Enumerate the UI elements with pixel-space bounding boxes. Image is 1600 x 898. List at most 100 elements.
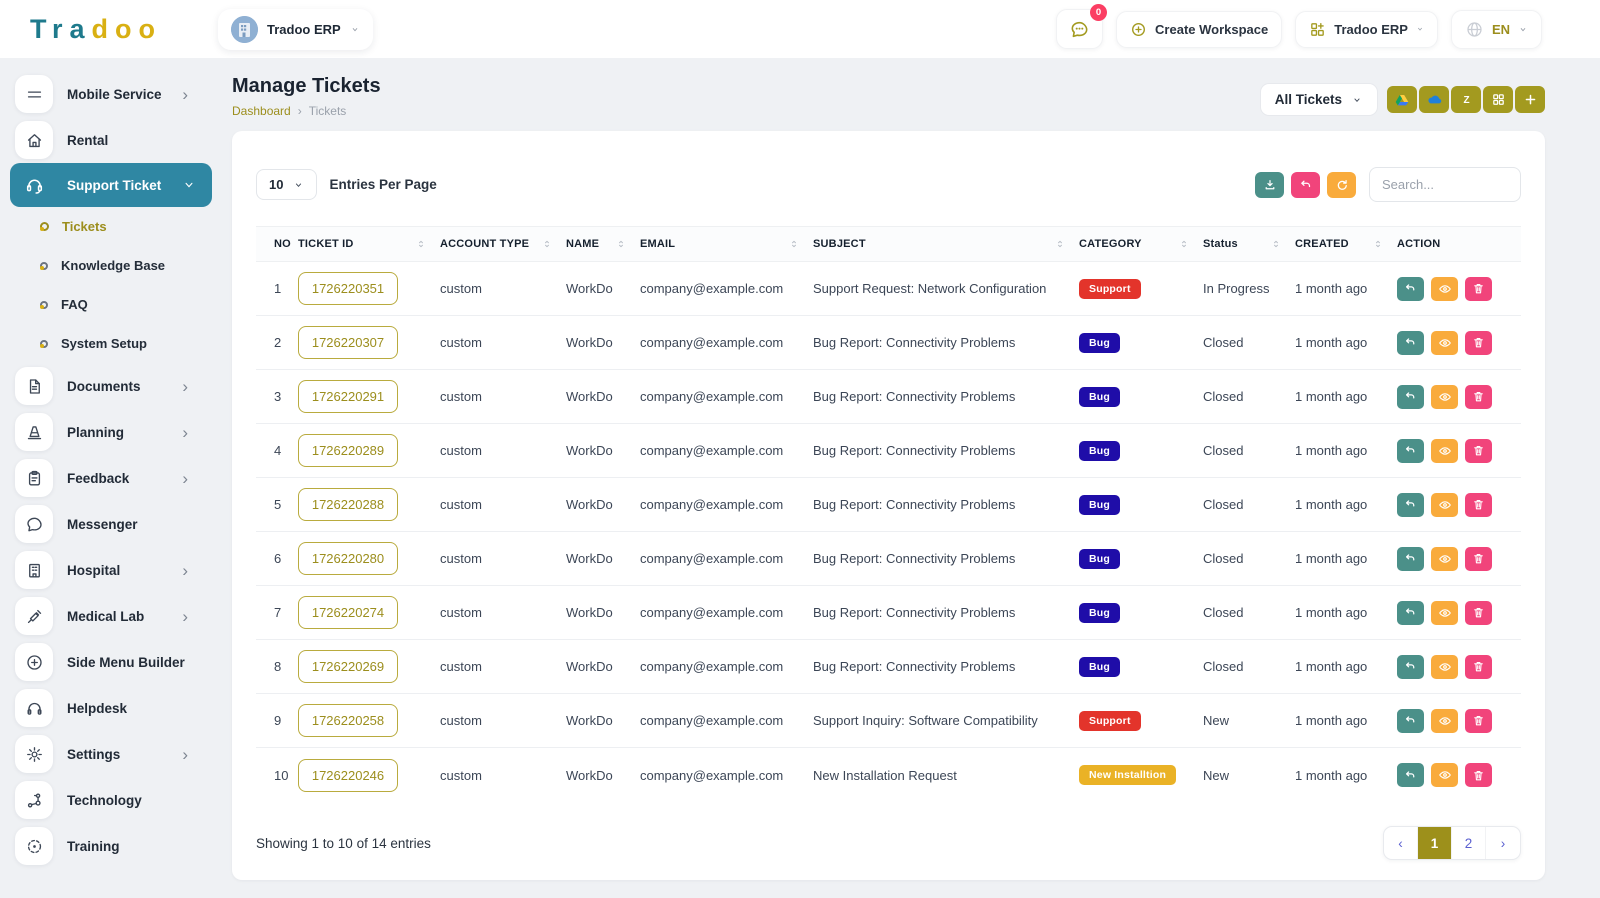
reply-button[interactable] xyxy=(1397,331,1424,355)
google-drive-button[interactable] xyxy=(1387,86,1417,113)
column-header-subject[interactable]: SUBJECT xyxy=(813,238,1079,250)
view-button[interactable] xyxy=(1431,763,1458,787)
ticket-id-pill[interactable]: 1726220258 xyxy=(298,704,398,737)
sidebar-item-documents[interactable]: Documents› xyxy=(10,363,214,409)
reply-button[interactable] xyxy=(1397,547,1424,571)
cell-name: WorkDo xyxy=(566,713,640,728)
sidebar-subitem-faq[interactable]: FAQ xyxy=(10,285,214,324)
messages-button[interactable]: 0 xyxy=(1056,9,1103,49)
chat-icon xyxy=(15,505,53,543)
sidebar-item-planning[interactable]: Planning› xyxy=(10,409,214,455)
pagination-prev[interactable]: ‹ xyxy=(1384,827,1418,859)
reply-button[interactable] xyxy=(1397,493,1424,517)
sidebar-subitem-tickets[interactable]: Tickets xyxy=(10,207,214,246)
view-button[interactable] xyxy=(1431,709,1458,733)
eye-icon xyxy=(1438,552,1452,566)
view-button[interactable] xyxy=(1431,493,1458,517)
delete-button[interactable] xyxy=(1465,493,1492,517)
column-header-status[interactable]: Status xyxy=(1203,238,1295,250)
plus-button[interactable] xyxy=(1515,86,1545,113)
sidebar-item-mobile-service[interactable]: Mobile Service› xyxy=(10,71,214,117)
language-selector[interactable]: EN xyxy=(1451,10,1542,49)
ticket-id-pill[interactable]: 1726220269 xyxy=(298,650,398,683)
reply-button[interactable] xyxy=(1397,763,1424,787)
delete-button[interactable] xyxy=(1465,385,1492,409)
sidebar-item-support-ticket[interactable]: Support Ticket xyxy=(10,163,212,207)
ticket-id-pill[interactable]: 1726220289 xyxy=(298,434,398,467)
ticket-id-pill[interactable]: 1726220351 xyxy=(298,272,398,305)
ticket-id-pill[interactable]: 1726220280 xyxy=(298,542,398,575)
view-button[interactable] xyxy=(1431,385,1458,409)
ticket-filter-label: All Tickets xyxy=(1275,92,1342,107)
view-button[interactable] xyxy=(1431,277,1458,301)
view-button[interactable] xyxy=(1431,655,1458,679)
ticket-id-pill[interactable]: 1726220291 xyxy=(298,380,398,413)
sidebar-subitem-knowledge-base[interactable]: Knowledge Base xyxy=(10,246,214,285)
delete-button[interactable] xyxy=(1465,763,1492,787)
delete-button[interactable] xyxy=(1465,331,1492,355)
sidebar-item-hospital[interactable]: Hospital› xyxy=(10,547,214,593)
delete-button[interactable] xyxy=(1465,655,1492,679)
breadcrumb-dashboard[interactable]: Dashboard xyxy=(232,104,291,118)
export-button[interactable] xyxy=(1255,172,1284,198)
pagination-page-1[interactable]: 1 xyxy=(1418,827,1452,859)
pagination-next[interactable]: › xyxy=(1486,827,1520,859)
view-button[interactable] xyxy=(1431,547,1458,571)
column-header-name[interactable]: NAME xyxy=(566,238,640,250)
reply-button[interactable] xyxy=(1397,655,1424,679)
undo-button[interactable] xyxy=(1291,172,1320,198)
pagination-page-2[interactable]: 2 xyxy=(1452,827,1486,859)
delete-button[interactable] xyxy=(1465,601,1492,625)
refresh-button[interactable] xyxy=(1327,172,1356,198)
column-header-ticket-id[interactable]: TICKET ID xyxy=(298,238,440,250)
column-header-account-type[interactable]: ACCOUNT TYPE xyxy=(440,238,566,250)
reply-button[interactable] xyxy=(1397,385,1424,409)
column-header-category[interactable]: CATEGORY xyxy=(1079,238,1203,250)
eye-icon xyxy=(1438,660,1452,674)
brand-logo-part1: Tra xyxy=(30,14,92,44)
eye-icon xyxy=(1438,282,1452,296)
delete-button[interactable] xyxy=(1465,277,1492,301)
view-button[interactable] xyxy=(1431,601,1458,625)
sidebar-item-helpdesk[interactable]: Helpdesk xyxy=(10,685,214,731)
delete-button[interactable] xyxy=(1465,439,1492,463)
reply-button[interactable] xyxy=(1397,439,1424,463)
ticket-filter-select[interactable]: All Tickets xyxy=(1260,83,1378,116)
search-input[interactable] xyxy=(1369,167,1521,202)
refresh-icon xyxy=(1335,178,1349,192)
ticket-id-pill[interactable]: 1726220288 xyxy=(298,488,398,521)
entries-per-page-select[interactable]: 10 xyxy=(256,169,317,200)
column-header-created[interactable]: CREATED xyxy=(1295,238,1397,250)
sidebar-subitem-system-setup[interactable]: System Setup xyxy=(10,324,214,363)
workspace-selector[interactable]: Tradoo ERP xyxy=(218,9,373,50)
view-button[interactable] xyxy=(1431,331,1458,355)
view-button[interactable] xyxy=(1431,439,1458,463)
cell-account-type: custom xyxy=(440,713,566,728)
cell-account-type: custom xyxy=(440,551,566,566)
sidebar-item-feedback[interactable]: Feedback› xyxy=(10,455,214,501)
sidebar-item-medical-lab[interactable]: Medical Lab› xyxy=(10,593,214,639)
erp-apps-button[interactable]: Tradoo ERP xyxy=(1295,11,1438,48)
erp-button-label: Tradoo ERP xyxy=(1334,22,1408,37)
reply-button[interactable] xyxy=(1397,277,1424,301)
sidebar-item-training[interactable]: Training xyxy=(10,823,214,869)
cell-subject: Bug Report: Connectivity Problems xyxy=(813,335,1079,350)
ticket-id-pill[interactable]: 1726220307 xyxy=(298,326,398,359)
delete-button[interactable] xyxy=(1465,547,1492,571)
sidebar-item-side-menu-builder[interactable]: Side Menu Builder xyxy=(10,639,214,685)
zendesk-button[interactable]: Z xyxy=(1451,86,1481,113)
create-workspace-button[interactable]: Create Workspace xyxy=(1116,11,1282,48)
sidebar-item-messenger[interactable]: Messenger xyxy=(10,501,214,547)
sidebar-item-settings[interactable]: Settings› xyxy=(10,731,214,777)
grid-button[interactable] xyxy=(1483,86,1513,113)
sidebar-item-rental[interactable]: Rental xyxy=(10,117,214,163)
reply-button[interactable] xyxy=(1397,709,1424,733)
onedrive-button[interactable] xyxy=(1419,86,1449,113)
ticket-id-pill[interactable]: 1726220246 xyxy=(298,759,398,792)
sidebar-item-technology[interactable]: Technology xyxy=(10,777,214,823)
delete-button[interactable] xyxy=(1465,709,1492,733)
column-header-email[interactable]: EMAIL xyxy=(640,238,813,250)
cell-subject: Bug Report: Connectivity Problems xyxy=(813,443,1079,458)
ticket-id-pill[interactable]: 1726220274 xyxy=(298,596,398,629)
reply-button[interactable] xyxy=(1397,601,1424,625)
